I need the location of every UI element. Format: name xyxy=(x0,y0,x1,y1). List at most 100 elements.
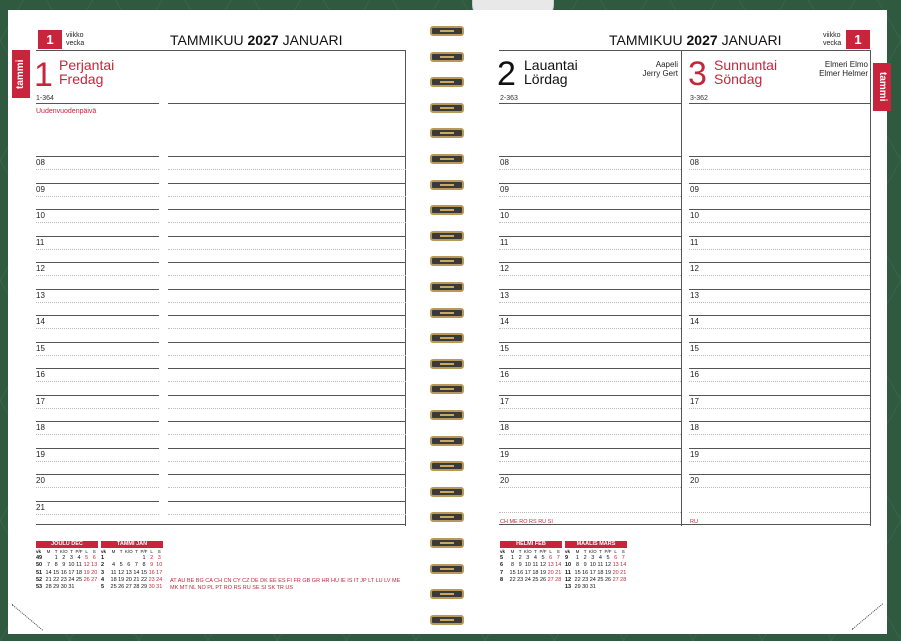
half-hour-rule xyxy=(36,328,159,329)
hour-rule xyxy=(168,394,406,396)
half-hour-rule xyxy=(499,222,681,223)
hour-label: 19 xyxy=(36,449,45,459)
hour-rule xyxy=(36,341,159,343)
half-hour-rule xyxy=(499,407,681,409)
hour-rule xyxy=(689,209,870,210)
day-header-rule xyxy=(168,103,406,104)
day-name-sv: Söndag xyxy=(714,71,763,87)
hour-label: 15 xyxy=(500,343,509,353)
spiral-ring xyxy=(430,51,464,62)
hour-rule xyxy=(36,156,159,157)
mini-calendar-december: JOULU DEC vk M T K/O T P/F L S 49 1 2 3 4 5 6 50 7 8 9 10 11 1… xyxy=(36,541,98,591)
mini-calendar-week: 3 11 12 13 14 15 16 17 xyxy=(101,569,163,576)
half-hour-rule xyxy=(689,195,870,197)
hour-label: 20 xyxy=(500,476,509,485)
half-hour-rule xyxy=(36,222,159,223)
hour-label: 09 xyxy=(500,184,509,194)
mini-calendar-weekdays: vk M T K/O T P/F L S xyxy=(500,549,560,554)
spiral-ring xyxy=(430,128,464,139)
spiral-ring xyxy=(430,410,464,420)
hour-label: 09 xyxy=(690,184,699,194)
hour-label: 20 xyxy=(690,476,699,485)
spiral-ring xyxy=(430,589,464,600)
hour-rule xyxy=(499,447,681,449)
half-hour-rule xyxy=(689,275,870,276)
hour-rule xyxy=(499,368,681,369)
hour-rule xyxy=(36,447,159,449)
hour-rule xyxy=(168,368,406,369)
hour-rule xyxy=(689,447,870,449)
hour-rule xyxy=(36,421,159,422)
week-label: viikko vecka xyxy=(66,32,85,47)
country-holiday-codes: AT AU BE BG CA CH CN CY CZ DE DK EE ES F… xyxy=(170,578,401,591)
hour-rule xyxy=(689,394,870,396)
mini-calendar-week: 5 25 26 27 28 29 30 31 xyxy=(101,584,163,591)
mini-calendar-weekdays: vk M T K/O T P/F L S xyxy=(101,549,161,554)
page-edge-right xyxy=(870,50,871,526)
country-holiday-codes-day2: CH ME RO RS RU SI xyxy=(500,519,553,525)
day-header-rule xyxy=(36,103,159,104)
mini-calendar-week: 11 15 16 17 18 19 20 21 xyxy=(565,569,627,576)
hour-rule xyxy=(168,447,406,449)
half-hour-rule xyxy=(689,354,870,356)
half-hour-rule xyxy=(168,301,406,303)
hour-label: 17 xyxy=(36,396,45,406)
day-name-fi: Lauantai xyxy=(524,57,578,73)
half-hour-rule xyxy=(36,195,159,197)
hour-rule xyxy=(499,474,681,475)
spiral-ring xyxy=(430,486,464,497)
half-hour-rule xyxy=(499,275,681,276)
mini-calendar-weekdays: vk M T K/O T P/F L S xyxy=(565,549,625,554)
hour-rule xyxy=(168,474,406,475)
hour-label: 16 xyxy=(500,370,509,379)
mini-calendar-week: 2 4 5 6 7 8 9 10 xyxy=(101,562,163,569)
header-rule xyxy=(499,50,870,51)
half-hour-rule xyxy=(499,512,681,513)
half-hour-rule xyxy=(689,381,870,382)
hour-label: 19 xyxy=(500,449,509,459)
hour-label: 08 xyxy=(690,158,699,167)
half-hour-rule xyxy=(168,434,406,435)
hour-rule xyxy=(499,341,681,343)
half-hour-rule xyxy=(168,248,406,250)
mini-calendar-week: 7 15 16 17 18 19 20 21 xyxy=(500,569,562,576)
spiral-ring xyxy=(430,77,464,88)
day-number: 2 xyxy=(497,55,516,93)
hour-rule xyxy=(499,394,681,396)
mini-calendar-week: 4 18 19 20 21 22 23 24 xyxy=(101,576,163,583)
hour-rule xyxy=(689,474,870,475)
mini-calendar-week: 51234567 xyxy=(500,555,560,562)
header-rule xyxy=(36,50,406,51)
hour-rule xyxy=(36,262,159,263)
half-hour-rule xyxy=(168,275,406,276)
hour-label: 17 xyxy=(500,396,509,406)
half-hour-rule xyxy=(499,434,681,435)
hour-label: 09 xyxy=(36,184,45,194)
hour-rule xyxy=(499,182,681,184)
month-side-tab-right[interactable]: tammi xyxy=(873,63,891,111)
month-side-tab-left[interactable]: tammi xyxy=(12,50,30,98)
day-count: 3-362 xyxy=(690,95,708,102)
hour-label: 12 xyxy=(690,264,699,273)
day-count: 2-363 xyxy=(500,95,518,102)
spiral-ring xyxy=(430,538,464,548)
hour-rule xyxy=(499,235,681,237)
half-hour-rule xyxy=(499,381,681,382)
hour-rule xyxy=(168,235,406,237)
hour-rule xyxy=(168,262,406,263)
spiral-ring xyxy=(430,384,464,395)
mini-calendar-week: 53 28 29 30 31 xyxy=(36,584,75,591)
spiral-ring xyxy=(430,435,464,446)
half-hour-rule xyxy=(689,301,870,303)
hour-label: 08 xyxy=(36,158,45,167)
hour-label: 14 xyxy=(36,317,45,326)
half-hour-rule xyxy=(36,407,159,409)
mini-calendar-week: 51 14 15 16 17 18 19 20 xyxy=(36,569,98,576)
hour-label: 11 xyxy=(690,237,699,247)
day-name-fi: Sunnuntai xyxy=(714,57,778,73)
hour-rule xyxy=(689,262,870,263)
mini-calendar-week: 50 7 8 9 10 11 12 13 xyxy=(36,562,98,569)
hour-label: 16 xyxy=(690,370,699,379)
hour-label: 10 xyxy=(500,211,509,220)
half-hour-rule xyxy=(689,222,870,223)
